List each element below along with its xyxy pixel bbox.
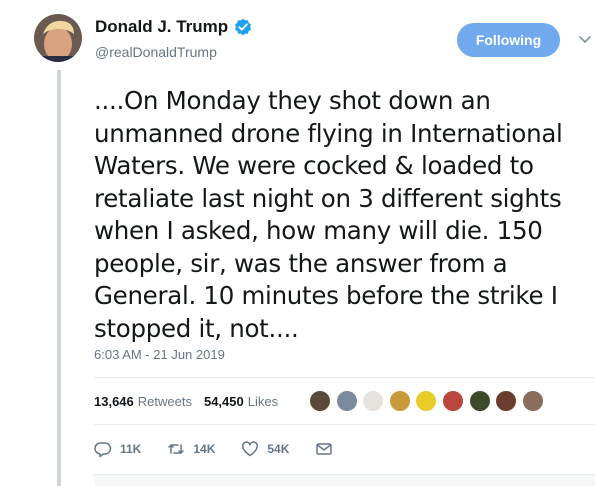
liker-avatar[interactable] <box>361 389 386 413</box>
tweet-line: stopped it, not.... <box>94 313 299 343</box>
likes-count[interactable]: 54,450 <box>204 394 244 409</box>
tweet-stats: 13,646 Retweets 54,450 Likes <box>94 394 290 409</box>
avatar[interactable] <box>34 14 82 62</box>
liker-avatar[interactable] <box>520 389 545 413</box>
tweet-line: Waters. We were cocked & loaded to <box>94 151 534 180</box>
retweet-button[interactable]: 14K <box>167 440 215 458</box>
liker-avatars <box>308 389 547 413</box>
liker-avatar[interactable] <box>467 389 492 413</box>
reply-button[interactable]: 11K <box>94 440 141 458</box>
heart-icon <box>242 441 259 457</box>
retweet-icon <box>168 444 185 454</box>
likes-label[interactable]: Likes <box>248 394 278 409</box>
retweet-count: 14K <box>193 442 216 456</box>
author-handle[interactable]: @realDonaldTrump <box>95 44 217 60</box>
liker-avatar[interactable] <box>440 389 465 413</box>
following-button[interactable]: Following <box>457 23 560 57</box>
retweets-count[interactable]: 13,646 <box>94 394 134 409</box>
liker-avatar[interactable] <box>308 389 332 413</box>
retweets-label[interactable]: Retweets <box>138 394 192 409</box>
display-name[interactable]: Donald J. Trump <box>95 17 228 37</box>
reply-icon <box>94 442 112 458</box>
tweet-line: General. 10 minutes before the strike I <box>94 281 558 310</box>
envelope-icon <box>316 443 333 455</box>
thread-line <box>57 70 61 486</box>
liker-avatar[interactable] <box>334 389 359 413</box>
like-count: 54K <box>267 442 290 456</box>
tweet-line: ....On Monday they shot down an <box>94 86 491 115</box>
chevron-down-icon[interactable] <box>578 32 592 46</box>
liker-avatar[interactable] <box>387 389 412 413</box>
tweet-actions: 11K 14K 54K <box>94 440 367 458</box>
reply-box[interactable] <box>94 474 595 486</box>
tweet-line: when I asked, how many will die. 150 <box>94 216 543 245</box>
divider <box>94 377 595 378</box>
like-button[interactable]: 54K <box>241 440 289 458</box>
liker-avatar[interactable] <box>494 389 519 413</box>
tweet-text: ....On Monday they shot down an unmanned… <box>94 85 586 345</box>
tweet-timestamp[interactable]: 6:03 AM - 21 Jun 2019 <box>94 347 225 362</box>
divider <box>94 424 595 425</box>
reply-count: 11K <box>120 442 142 456</box>
tweet-line: unmanned drone flying in International <box>94 118 563 148</box>
author-name-row[interactable]: Donald J. Trump <box>95 17 252 37</box>
direct-message-button[interactable] <box>315 440 341 458</box>
verified-badge-icon <box>234 18 252 36</box>
tweet-line: retaliate last night on 3 different sigh… <box>94 183 562 213</box>
liker-avatar[interactable] <box>414 389 439 413</box>
tweet-line: people, sir, was the answer from a <box>94 248 508 278</box>
